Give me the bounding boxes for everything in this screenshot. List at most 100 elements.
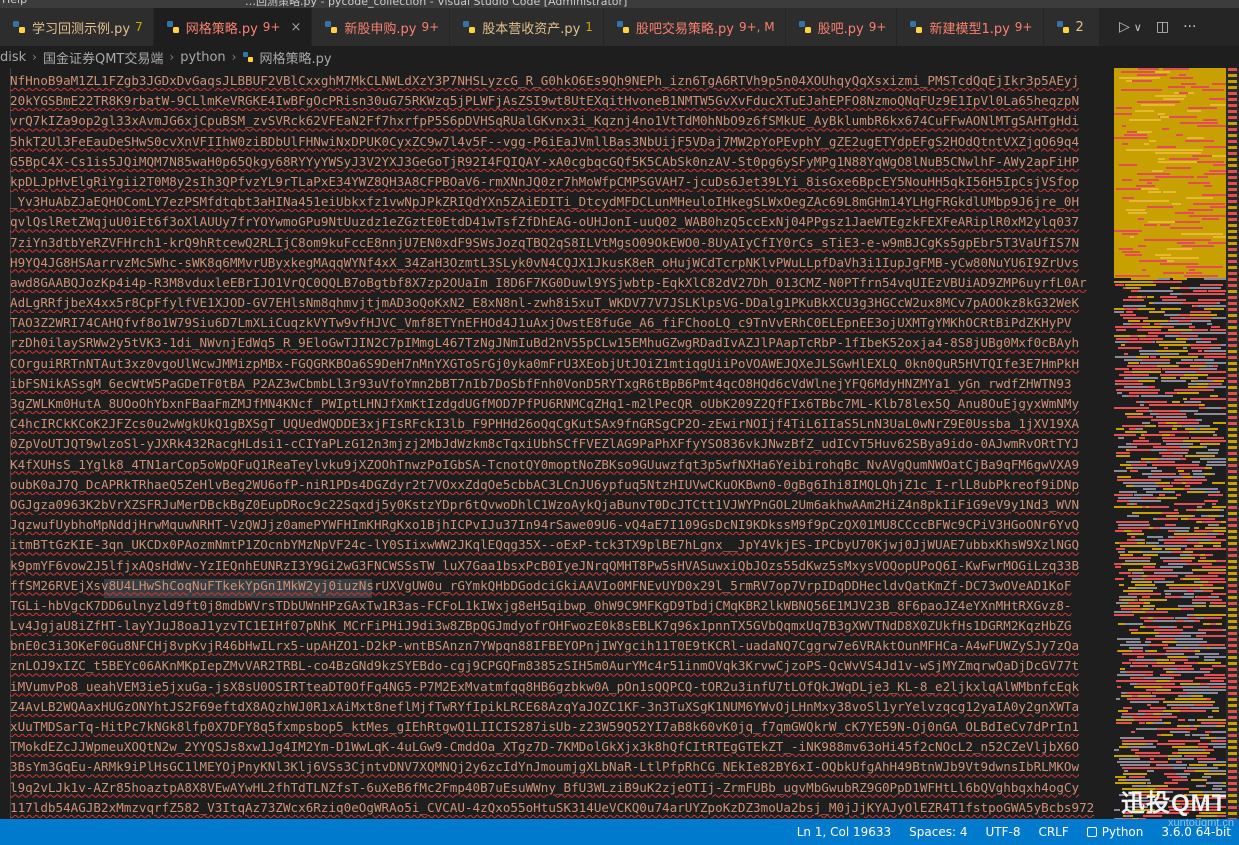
- minimap-line: [1137, 101, 1170, 103]
- minimap-line: [1125, 431, 1147, 433]
- minimap-line: [1176, 761, 1182, 763]
- minimap-line: [1153, 302, 1183, 304]
- split-editor-icon[interactable]: ◫: [1156, 19, 1169, 35]
- minimap-line: [1137, 656, 1144, 658]
- minimap-line: [1114, 470, 1127, 472]
- code-lines[interactable]: NfHnoB9aM1ZL1FZgb3JGDxDvGaqsJLBBUF2VBlCx…: [10, 71, 1100, 819]
- minimap-line: [1206, 407, 1221, 409]
- minimap-line: [1157, 743, 1185, 745]
- overview-ruler-mark: [1228, 410, 1237, 413]
- minimap-line: [1162, 368, 1166, 370]
- minimap-line: [1138, 245, 1146, 247]
- line-ending[interactable]: CRLF: [1038, 825, 1068, 839]
- minimap-line: [1135, 512, 1162, 514]
- minimap-line: [1138, 710, 1148, 712]
- minimap-line: [1119, 572, 1131, 574]
- code-line: ibFSNikASsgM_6ecWtW5PaGDeTF0tBA_P2AZ3wCb…: [10, 375, 1072, 391]
- minimap-line: [1176, 134, 1183, 136]
- breadcrumb-item-qmt-folder[interactable]: 国金证券QMT交易端: [43, 48, 163, 67]
- tab-2[interactable]: 新股申购.py 9+: [312, 8, 451, 46]
- minimap-line: [1125, 413, 1143, 415]
- minimap-line: [1200, 440, 1226, 442]
- minimap-line: [1143, 569, 1162, 571]
- minimap-line: [1167, 488, 1174, 490]
- tab-1[interactable]: 网格策略.py 9+ ×: [153, 8, 313, 46]
- overview-ruler-scrollbar[interactable]: [1226, 68, 1239, 821]
- minimap-line: [1160, 566, 1183, 568]
- indentation-setting[interactable]: Spaces: 4: [909, 825, 967, 839]
- minimap-line: [1157, 635, 1169, 637]
- minimap-line: [1173, 425, 1182, 427]
- menu-help[interactable]: Help: [2, 0, 27, 6]
- minimap-line: [1115, 566, 1121, 568]
- minimap-line: [1138, 392, 1154, 394]
- minimap-line: [1123, 317, 1148, 319]
- language-mode[interactable]: Python: [1086, 825, 1143, 839]
- minimap-line: [1120, 644, 1149, 646]
- minimap-line: [1155, 254, 1171, 256]
- minimap-line: [1130, 503, 1134, 505]
- minimap-line: [1212, 506, 1226, 508]
- minimap-line: [1189, 317, 1193, 319]
- minimap-line: [1138, 68, 1159, 70]
- minimap-line: [1144, 239, 1172, 241]
- tab-6[interactable]: 新建模型1.py 9+: [897, 8, 1044, 46]
- file-encoding[interactable]: UTF-8: [985, 825, 1020, 839]
- minimap-line: [1197, 125, 1226, 127]
- tab-3[interactable]: 股本营收资产.py 1: [450, 8, 604, 46]
- run-menu-chevron-icon[interactable]: ∨: [1134, 21, 1142, 34]
- overview-ruler-mark: [1228, 368, 1237, 371]
- minimap-line: [1147, 704, 1151, 706]
- minimap-line: [1119, 248, 1133, 250]
- overview-ruler-mark: [1228, 554, 1237, 557]
- tab-0[interactable]: 学习回测示例.py 7: [0, 8, 154, 46]
- minimap-line: [1168, 530, 1175, 532]
- overview-ruler-mark: [1228, 350, 1237, 353]
- minimap-line: [1172, 746, 1200, 748]
- minimap-line: [1138, 359, 1170, 361]
- code-line: TAO3Z2WRI74CAHQfvf8o1W79Siu6D7LmXLiCuqzk…: [10, 315, 1072, 331]
- minimap-line: [1129, 200, 1169, 202]
- overview-ruler-mark: [1228, 212, 1237, 215]
- minimap-line: [1164, 590, 1187, 592]
- overview-ruler-mark: [1228, 608, 1237, 611]
- tab-4[interactable]: 股吧交易策略.py 9+, M: [603, 8, 786, 46]
- minimap-line: [1212, 83, 1226, 85]
- minimap-line: [1115, 326, 1142, 328]
- run-icon[interactable]: ▷: [1119, 19, 1130, 35]
- tab-7[interactable]: 2: [1043, 8, 1100, 46]
- minimap-line: [1132, 371, 1161, 373]
- cursor-position[interactable]: Ln 1, Col 19633: [797, 825, 891, 839]
- breadcrumb-item-python[interactable]: python: [180, 50, 225, 65]
- overview-ruler-mark: [1228, 686, 1237, 689]
- minimap-line: [1119, 596, 1137, 598]
- overview-ruler-mark: [1228, 464, 1237, 467]
- minimap-line: [1124, 680, 1156, 682]
- minimap[interactable]: [1110, 68, 1239, 819]
- minimap-line: [1124, 530, 1131, 532]
- tab-label: 网格策略.py: [185, 21, 258, 37]
- minimap-line: [1160, 323, 1192, 325]
- tab-label: 股吧交易策略.py: [635, 21, 734, 37]
- minimap-line: [1120, 668, 1125, 670]
- minimap-line: [1115, 578, 1124, 580]
- minimap-line: [1190, 365, 1206, 367]
- code-editor[interactable]: NfHnoB9aM1ZL1FZgb3JGDxDvGaqsJLBBUF2VBlCx…: [0, 68, 1110, 819]
- breadcrumb-item-file[interactable]: 网格策略.py: [259, 48, 331, 67]
- minimap-line: [1137, 131, 1152, 133]
- minimap-line: [1197, 758, 1216, 760]
- more-actions-icon[interactable]: ···: [1183, 19, 1196, 35]
- minimap-line: [1204, 656, 1225, 658]
- breadcrumb-item-disk[interactable]: disk: [0, 50, 26, 65]
- tab-label: 股本营收资产.py: [482, 21, 581, 37]
- overview-ruler-mark: [1228, 812, 1237, 815]
- minimap-line: [1189, 269, 1195, 271]
- minimap-line: [1185, 140, 1214, 142]
- minimap-line: [1210, 347, 1221, 349]
- minimap-line: [1189, 287, 1210, 289]
- minimap-line: [1157, 497, 1177, 499]
- code-line: oubK0aJ7Q_DcAPRkTRhaeQ5ZeHlvBeg2WU6ofP-n…: [10, 476, 1080, 492]
- tab-5[interactable]: 股吧.py 9+: [785, 8, 898, 46]
- minimap-line: [1211, 602, 1226, 604]
- close-tab-icon[interactable]: ×: [291, 20, 302, 35]
